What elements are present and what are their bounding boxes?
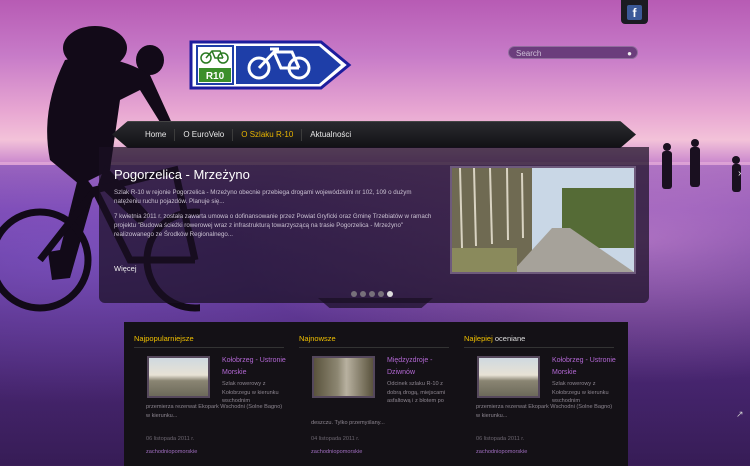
slide-paragraph: Szlak R-10 w rejonie Pogorzelica - Mrzeż… — [114, 189, 412, 205]
expand-icon[interactable]: ↗ — [736, 409, 744, 420]
search-input[interactable]: Search ● — [508, 46, 638, 59]
slider-panel-tab — [318, 298, 433, 308]
route-region-link[interactable]: zachodniopomorskie — [311, 449, 362, 455]
site-logo[interactable]: R10 — [189, 40, 353, 90]
route-date: 04 listopada 2011 r. — [311, 436, 360, 442]
search-icon[interactable]: ● — [627, 47, 632, 60]
slider-dot[interactable] — [360, 291, 366, 297]
route-thumbnail[interactable] — [312, 356, 375, 398]
route-description-cont: przemierza rezerwat Ekopark Wschodni (So… — [476, 404, 613, 419]
read-more-link[interactable]: Więcej — [114, 264, 137, 273]
box-heading: Najnowsze — [299, 334, 336, 343]
box-most-popular: Najpopularniejsze Kołobrzeg - Ustronie M… — [124, 322, 289, 466]
box-newest: Najnowsze Międzyzdroje - Dziwnów Odcinek… — [289, 322, 454, 466]
box-heading: Najpopularniejsze — [134, 334, 194, 343]
main-navigation: Home O EuroVelo O Szlaku R-10 Aktualnośc… — [112, 121, 636, 148]
box-heading-rest: oceniane — [492, 334, 526, 343]
route-date: 06 listopada 2011 r. — [476, 436, 525, 442]
box-heading: Najlepiej oceniane — [464, 334, 525, 343]
nav-item-home[interactable]: Home — [137, 129, 176, 141]
route-thumbnail[interactable] — [147, 356, 210, 398]
slider-pagination — [351, 291, 393, 297]
search-placeholder: Search — [516, 49, 542, 58]
route-description-cont: przemierza rezerwat Ekopark Wschodni (So… — [146, 404, 283, 419]
nav-item-aktualnosci[interactable]: Aktualności — [302, 129, 359, 141]
next-slide-arrow-icon[interactable]: › — [738, 168, 741, 179]
slide-title[interactable]: Pogorzelica - Mrzeżyno — [114, 167, 250, 182]
forest-road-image — [452, 168, 634, 272]
route-description: Szlak rowerowy z Kołobrzegu w kierunku w… — [222, 381, 279, 404]
box-top-rated: Najlepiej oceniane Kołobrzeg - Ustronie … — [454, 322, 619, 466]
slide-photo[interactable] — [450, 166, 636, 274]
nav-item-o-szlaku-r10[interactable]: O Szlaku R-10 — [233, 129, 303, 141]
divider — [299, 347, 449, 348]
route-description: Szlak rowerowy z Kołobrzegu w kierunku w… — [552, 381, 609, 404]
box-heading-highlight: Najlepiej — [464, 334, 493, 343]
route-region-link[interactable]: zachodniopomorskie — [146, 449, 197, 455]
nav-item-o-eurovelo[interactable]: O EuroVelo — [175, 129, 234, 141]
divider — [134, 347, 284, 348]
route-title[interactable]: Kołobrzeg - Ustronie Morskie — [552, 355, 617, 379]
logo-text: R10 — [206, 71, 225, 82]
facebook-link[interactable]: f — [621, 0, 648, 24]
slide-text: Szlak R-10 w rejonie Pogorzelica - Mrzeż… — [114, 188, 439, 245]
route-thumbnail[interactable] — [477, 356, 540, 398]
slider-dot[interactable] — [369, 291, 375, 297]
facebook-icon: f — [627, 4, 642, 20]
slider-dot[interactable] — [378, 291, 384, 297]
box-heading-highlight: Najnowsze — [299, 334, 336, 343]
route-description: Odcinek szlaku R-10 z dobrą drogą, miejs… — [387, 381, 446, 404]
route-date: 06 listopada 2011 r. — [146, 436, 195, 442]
slider-dot-active[interactable] — [387, 291, 393, 297]
route-title[interactable]: Kołobrzeg - Ustronie Morskie — [222, 355, 287, 379]
divider — [464, 347, 614, 348]
box-heading-highlight: Najpopularniejsze — [134, 334, 194, 343]
featured-routes: Najpopularniejsze Kołobrzeg - Ustronie M… — [124, 322, 628, 466]
route-description-cont: deszczu. Tylko przemyślany... — [311, 420, 385, 426]
slider-dot[interactable] — [351, 291, 357, 297]
people-silhouette-image — [662, 139, 741, 192]
route-title[interactable]: Międzyzdroje - Dziwnów — [387, 355, 452, 379]
slide-paragraph: 7 kwietnia 2011 r. została zawarta umowa… — [114, 213, 432, 238]
route-region-link[interactable]: zachodniopomorskie — [476, 449, 527, 455]
